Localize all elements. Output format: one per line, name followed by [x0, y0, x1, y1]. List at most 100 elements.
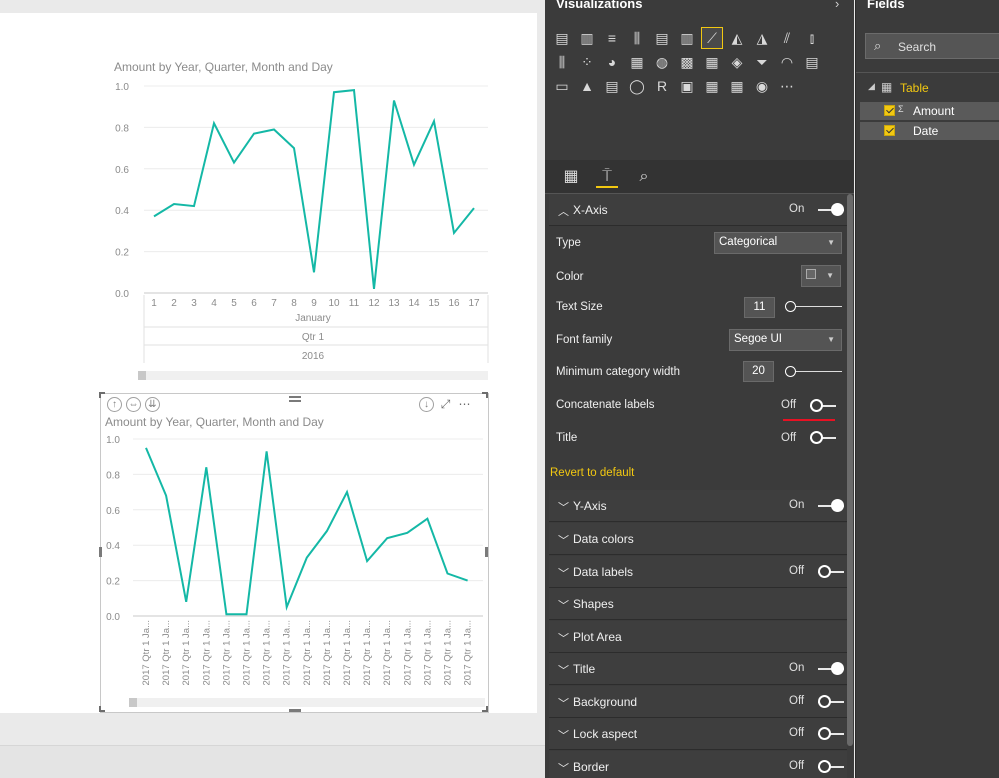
chevron-right-icon[interactable]: ›	[835, 0, 839, 11]
card-toggle[interactable]	[818, 662, 844, 676]
clustered-column-chart-icon[interactable]: ⫼	[627, 28, 647, 48]
multi-row-card-icon[interactable]: ▤	[802, 52, 822, 72]
resize-handle-bottom[interactable]	[289, 709, 301, 712]
card-plot-area[interactable]: ﹀ Plot Area	[549, 621, 847, 653]
clustered-bar-chart-icon[interactable]: ≡	[602, 28, 622, 48]
x-axis-scrollbar[interactable]	[129, 698, 485, 707]
donut-chart-icon[interactable]: ◯	[627, 76, 647, 96]
chevron-down-icon[interactable]: ﹀	[558, 695, 569, 711]
funnel-icon[interactable]: ⏷	[752, 52, 772, 72]
x-axis-scrollbar[interactable]	[138, 371, 488, 380]
resize-corner[interactable]	[482, 392, 488, 398]
waterfall-chart-icon[interactable]: ▦	[727, 76, 747, 96]
chevron-down-icon[interactable]: ﹀	[558, 727, 569, 743]
chevron-down-icon[interactable]: ﹀	[558, 662, 569, 678]
slicer-icon[interactable]: ▤	[602, 76, 622, 96]
resize-handle-right[interactable]	[485, 547, 488, 557]
card-border[interactable]: ﹀ Border Off	[549, 751, 847, 778]
r-script-visual-icon[interactable]: R	[652, 76, 672, 96]
x-axis-toggle[interactable]	[818, 203, 844, 217]
100-stacked-column-icon[interactable]: ▥	[677, 28, 697, 48]
card-toggle[interactable]	[818, 565, 844, 579]
table-icon[interactable]: ▦	[702, 52, 722, 72]
move-grip[interactable]	[289, 396, 301, 398]
fields-tab-icon[interactable]: ▦	[560, 166, 582, 188]
font-family-dropdown[interactable]: Segoe UI ▼	[729, 329, 842, 351]
resize-corner[interactable]	[99, 706, 105, 712]
card-title[interactable]: ﹀ Title On	[549, 653, 847, 685]
gauge-icon[interactable]: ◠	[777, 52, 797, 72]
100-stacked-bar-icon[interactable]: ▤	[652, 28, 672, 48]
color-picker[interactable]: ▼	[801, 265, 841, 287]
text-size-input[interactable]: 11	[744, 297, 775, 318]
card-data-colors[interactable]: ﹀ Data colors	[549, 523, 847, 555]
stacked-column-chart-icon[interactable]: ▥	[577, 28, 597, 48]
stacked-area-chart-icon[interactable]: ◮	[752, 28, 772, 48]
line-chart-visual-2[interactable]: ↑ ⇔ ⇊ ↓ ⤢ ⋯ Amount by Year, Quarter, Mon…	[99, 392, 489, 713]
treemap-icon[interactable]: ▦	[627, 52, 647, 72]
date-checkbox[interactable]	[884, 125, 895, 136]
title-prop-toggle[interactable]	[810, 431, 836, 445]
card-toggle[interactable]	[818, 695, 844, 709]
field-amount[interactable]: Σ Amount	[860, 102, 999, 120]
scrollbar-thumb[interactable]	[138, 371, 146, 380]
line-chart-visual-1[interactable]: Amount by Year, Quarter, Month and Day 1…	[100, 53, 495, 383]
stacked-bar-chart-icon[interactable]: ▤	[552, 28, 572, 48]
arcgis-map-icon[interactable]: ▣	[677, 76, 697, 96]
fields-search-input[interactable]: ⌕ Search	[865, 33, 999, 59]
resize-corner[interactable]	[99, 392, 105, 398]
chevron-down-icon[interactable]: ﹀	[558, 630, 569, 646]
chevron-down-icon[interactable]: ﹀	[558, 760, 569, 776]
chevron-down-icon[interactable]: ﹀	[558, 597, 569, 613]
card-toggle[interactable]	[818, 760, 844, 774]
card-background[interactable]: ﹀ Background Off	[549, 686, 847, 718]
area-chart-icon[interactable]: ◭	[727, 28, 747, 48]
chevron-down-icon[interactable]: ﹀	[558, 565, 569, 581]
more-visuals-icon[interactable]: ⋯	[777, 76, 797, 96]
resize-handle-left[interactable]	[99, 547, 102, 557]
card-y-axis[interactable]: ﹀ Y-Axis On	[549, 490, 847, 522]
card-icon[interactable]: ▭	[552, 76, 572, 96]
shape-map-icon[interactable]: ◈	[727, 52, 747, 72]
chevron-down-icon[interactable]: ﹀	[558, 532, 569, 548]
amount-checkbox[interactable]	[884, 105, 895, 116]
format-pane-scrollbar[interactable]	[847, 194, 853, 746]
concatenate-labels-toggle[interactable]	[810, 399, 836, 413]
field-table[interactable]: ◢ ▦ Table	[860, 79, 999, 97]
card-data-labels[interactable]: ﹀ Data labels Off	[549, 556, 847, 588]
card-lock-aspect[interactable]: ﹀ Lock aspect Off	[549, 718, 847, 750]
card-toggle[interactable]	[818, 727, 844, 741]
x-tick-label: 13	[388, 298, 400, 309]
format-paint-roller-icon[interactable]: ⍑	[596, 166, 618, 188]
revert-to-default-link[interactable]: Revert to default	[550, 467, 634, 479]
line-and-column-chart-icon[interactable]: ⫽	[777, 28, 797, 48]
min-category-width-input[interactable]: 20	[743, 361, 774, 382]
line-and-clustered-column-icon[interactable]: ⫾	[802, 28, 822, 48]
filled-map-icon[interactable]: ▩	[677, 52, 697, 72]
search-icon: ⌕	[874, 38, 882, 53]
line-chart-icon[interactable]: ⟋	[701, 27, 723, 49]
map-icon[interactable]: ◍	[652, 52, 672, 72]
collapse-triangle-icon[interactable]: ◢	[868, 81, 875, 92]
pie-chart-icon[interactable]: ◕	[602, 52, 622, 72]
card-shapes[interactable]: ﹀ Shapes	[549, 588, 847, 620]
resize-corner[interactable]	[482, 706, 488, 712]
chevron-up-icon[interactable]: ︿	[558, 203, 569, 219]
scatter-chart-icon[interactable]: ⁘	[577, 52, 597, 72]
analytics-magnifier-icon[interactable]: ⌕	[633, 166, 655, 188]
move-grip[interactable]	[289, 400, 301, 402]
x-tick-label: 2017 Qtr 1 Ja...	[422, 620, 433, 685]
ribbon-chart-icon[interactable]: ⫼	[552, 52, 572, 72]
globe-map-icon[interactable]: ◉	[752, 76, 772, 96]
card-toggle[interactable]	[818, 499, 844, 513]
chevron-down-icon[interactable]: ﹀	[558, 499, 569, 515]
sigma-icon: Σ	[898, 104, 904, 114]
field-date[interactable]: Date	[860, 122, 999, 140]
type-dropdown[interactable]: Categorical ▼	[714, 232, 842, 254]
scrollbar-thumb[interactable]	[129, 698, 137, 707]
card-x-axis[interactable]: ︿ X-Axis On	[549, 194, 847, 226]
matrix-icon[interactable]: ▦	[702, 76, 722, 96]
kpi-icon[interactable]: ▲	[577, 76, 597, 96]
min-category-width-slider[interactable]	[785, 366, 842, 377]
text-size-slider[interactable]	[785, 301, 842, 312]
